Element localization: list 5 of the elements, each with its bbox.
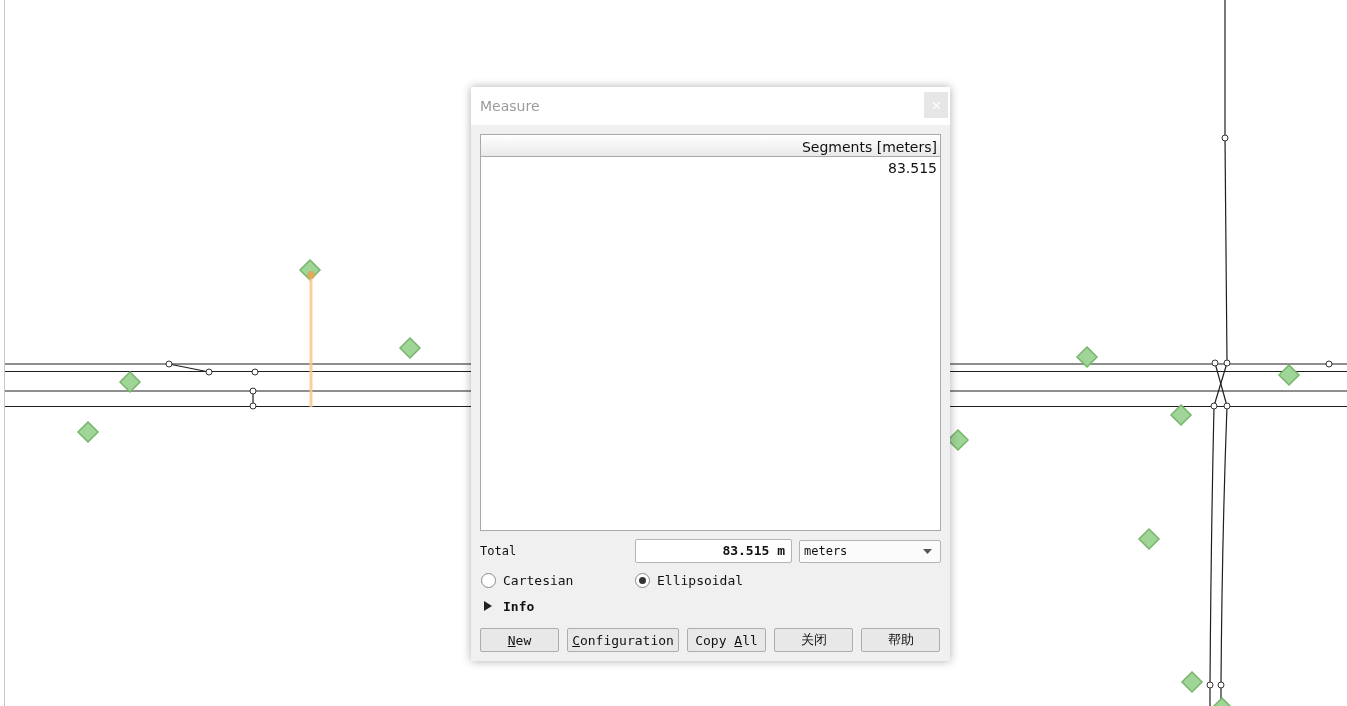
point-marker-icon: [1210, 696, 1234, 706]
close-icon: [932, 101, 940, 109]
point-marker-icon: [76, 420, 100, 444]
dialog-title: Measure: [480, 98, 540, 114]
point-marker-icon: [118, 370, 142, 394]
